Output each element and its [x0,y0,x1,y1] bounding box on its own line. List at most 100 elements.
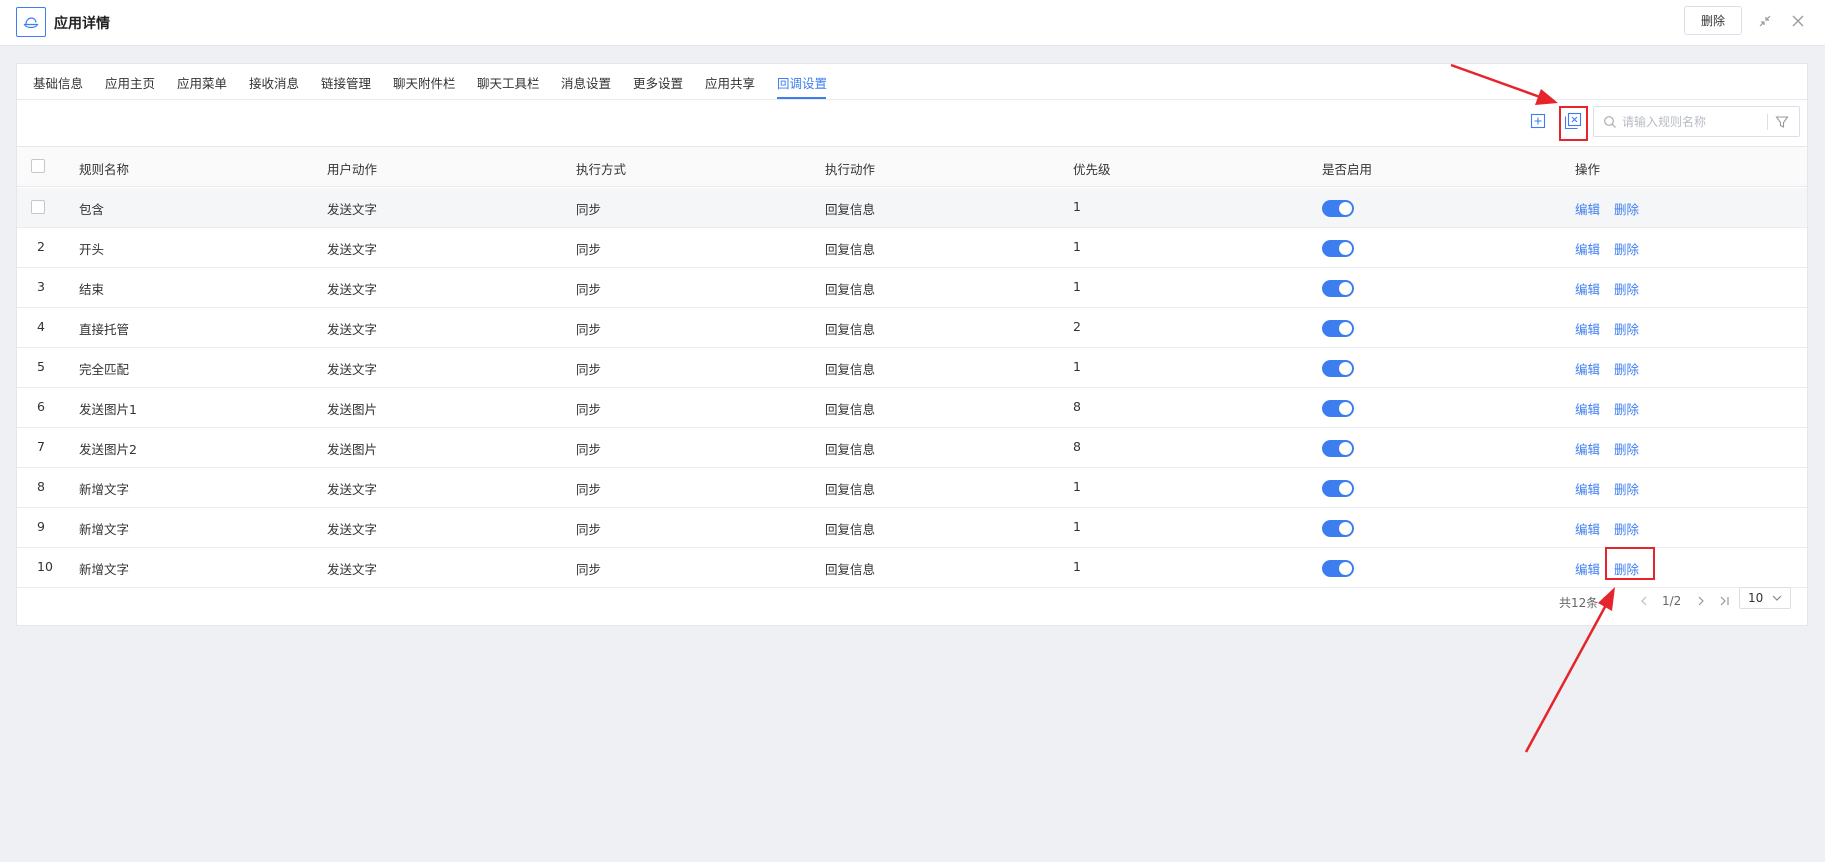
edit-link[interactable]: 编辑 [1575,279,1600,298]
exec-action: 回复信息 [825,442,876,457]
user-action: 发送图片 [327,442,378,457]
exec-action: 回复信息 [825,242,876,257]
enabled-toggle[interactable] [1322,320,1354,337]
table-row[interactable]: 4 直接托管 发送文字 同步 回复信息 2 编辑 删除 [17,308,1807,348]
exec-action: 回复信息 [825,362,876,377]
tab-receive-message[interactable]: 接收消息 [249,73,299,92]
exec-action: 回复信息 [825,522,876,537]
exec-mode: 同步 [576,242,602,257]
rule-name: 新增文字 [79,522,130,537]
edit-link[interactable]: 编辑 [1575,439,1600,458]
row-index: 3 [37,279,45,294]
user-action: 发送图片 [327,402,378,417]
row-index: 9 [37,519,45,534]
select-all-checkbox[interactable] [31,159,45,173]
delete-link[interactable]: 删除 [1614,239,1639,258]
enabled-toggle[interactable] [1322,520,1354,537]
exec-action: 回复信息 [825,482,876,497]
enabled-toggle[interactable] [1322,400,1354,417]
table-header: 规则名称 用户动作 执行方式 执行动作 优先级 是否启用 操作 [17,146,1807,187]
delete-link[interactable]: 删除 [1614,439,1639,458]
active-tab-indicator [777,97,826,99]
tab-app-sharing[interactable]: 应用共享 [705,73,755,92]
next-page-icon[interactable] [1694,594,1708,608]
table-row[interactable]: 5 完全匹配 发送文字 同步 回复信息 1 编辑 删除 [17,348,1807,388]
priority: 1 [1073,239,1081,254]
enabled-toggle[interactable] [1322,440,1354,457]
table-row[interactable]: 10 新增文字 发送文字 同步 回复信息 1 编辑 删除 [17,548,1807,588]
col-user-action: 用户动作 [327,162,378,177]
delete-link[interactable]: 删除 [1614,519,1639,538]
exec-mode: 同步 [576,362,602,377]
enabled-toggle[interactable] [1322,240,1354,257]
delete-link[interactable]: 删除 [1614,199,1639,218]
enabled-toggle[interactable] [1322,560,1354,577]
exec-mode: 同步 [576,322,602,337]
tab-chat-toolbar[interactable]: 聊天工具栏 [477,73,540,92]
minimize-icon[interactable] [1756,12,1774,30]
add-icon[interactable] [1530,113,1546,129]
exec-action: 回复信息 [825,282,876,297]
edit-link[interactable]: 编辑 [1575,319,1600,338]
rule-name: 发送图片2 [79,442,137,457]
tab-more-settings[interactable]: 更多设置 [633,73,683,92]
tab-basic-info[interactable]: 基础信息 [33,73,83,92]
filter-icon[interactable] [1774,114,1790,130]
delete-link[interactable]: 删除 [1614,399,1639,418]
edit-link[interactable]: 编辑 [1575,399,1600,418]
edit-link[interactable]: 编辑 [1575,239,1600,258]
tab-callback-settings[interactable]: 回调设置 [777,73,827,92]
close-icon[interactable] [1789,12,1807,30]
tab-app-home[interactable]: 应用主页 [105,73,155,92]
edit-link[interactable]: 编辑 [1575,199,1600,218]
col-enabled: 是否启用 [1322,162,1373,177]
rule-name-search-input[interactable] [1622,111,1762,132]
arrow-to-delete-link [1524,604,1608,753]
exec-mode: 同步 [576,282,602,297]
prev-page-icon[interactable] [1637,594,1651,608]
search-icon [1604,116,1616,128]
table-row[interactable]: 2 开头 发送文字 同步 回复信息 1 编辑 删除 [17,228,1807,268]
rule-name: 结束 [79,282,105,297]
row-index: 8 [37,479,45,494]
delete-link[interactable]: 删除 [1614,479,1639,498]
table-row[interactable]: 7 发送图片2 发送图片 同步 回复信息 8 编辑 删除 [17,428,1807,468]
edit-link[interactable]: 编辑 [1575,559,1600,578]
page-size-value: 10 [1748,591,1764,605]
total-count: 共12条 [1559,596,1599,610]
tab-app-menu[interactable]: 应用菜单 [177,73,227,92]
page-title: 应用详情 [54,16,110,32]
first-page-icon[interactable] [1601,594,1615,608]
table-row[interactable]: 8 新增文字 发送文字 同步 回复信息 1 编辑 删除 [17,468,1807,508]
rule-name: 新增文字 [79,482,130,497]
table-row[interactable]: 9 新增文字 发送文字 同步 回复信息 1 编辑 删除 [17,508,1807,548]
tab-chat-attachment-bar[interactable]: 聊天附件栏 [393,73,456,92]
enabled-toggle[interactable] [1322,480,1354,497]
edit-link[interactable]: 编辑 [1575,519,1600,538]
tab-link-management[interactable]: 链接管理 [321,73,371,92]
delete-app-button[interactable]: 删除 [1684,6,1742,35]
exec-action: 回复信息 [825,402,876,417]
edit-link[interactable]: 编辑 [1575,359,1600,378]
col-exec-action: 执行动作 [825,162,876,177]
enabled-toggle[interactable] [1322,360,1354,377]
priority: 1 [1073,199,1081,214]
table-row[interactable]: 6 发送图片1 发送图片 同步 回复信息 8 编辑 删除 [17,388,1807,428]
table-row[interactable]: 包含 发送文字 同步 回复信息 1 编辑 删除 [17,188,1807,228]
priority: 8 [1073,439,1081,454]
row-checkbox[interactable] [31,200,45,214]
delete-link[interactable]: 删除 [1614,359,1639,378]
tab-message-settings[interactable]: 消息设置 [561,73,611,92]
rule-name: 完全匹配 [79,362,130,377]
rule-name: 发送图片1 [79,402,137,417]
enabled-toggle[interactable] [1322,280,1354,297]
delete-link[interactable]: 删除 [1614,279,1639,298]
edit-link[interactable]: 编辑 [1575,479,1600,498]
last-page-icon[interactable] [1717,594,1731,608]
enabled-toggle[interactable] [1322,200,1354,217]
delete-link[interactable]: 删除 [1614,319,1639,338]
user-action: 发送文字 [327,522,378,537]
table-row[interactable]: 3 结束 发送文字 同步 回复信息 1 编辑 删除 [17,268,1807,308]
user-action: 发送文字 [327,202,378,217]
page-size-select[interactable]: 10 [1739,587,1791,609]
